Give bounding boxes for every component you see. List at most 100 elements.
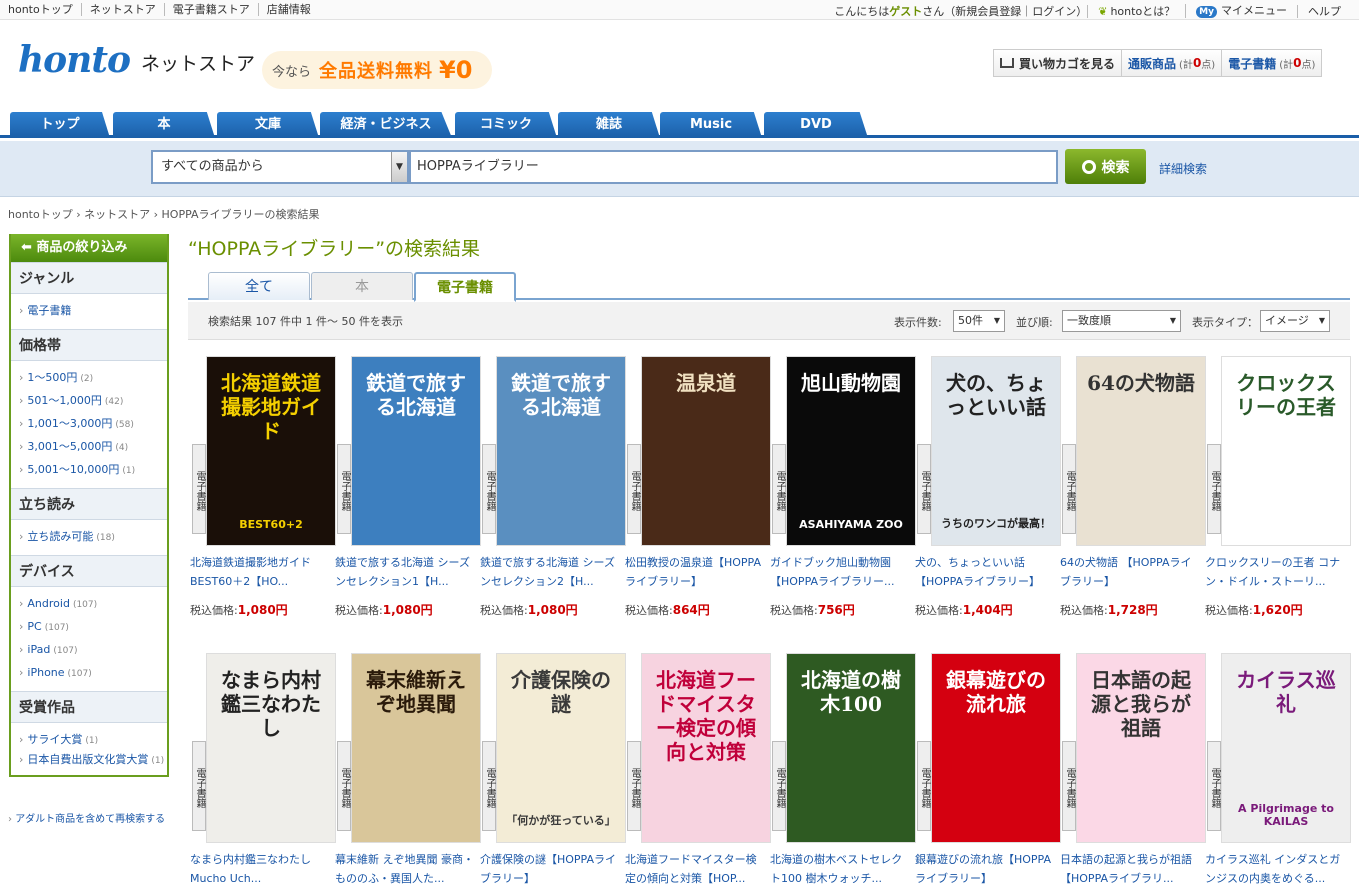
filter-item-ipad[interactable]: iPad(107) (19, 639, 167, 662)
book-cover-title: 北海道鉄道撮影地ガイド (221, 371, 321, 443)
book-cover[interactable]: 北海道の樹木100 (786, 653, 916, 843)
price-value: 1,080円 (527, 603, 578, 617)
book-title-link[interactable]: 鉄道で旅する北海道 シーズンセレクション2【H... (480, 553, 620, 591)
book-cover[interactable]: 日本語の起源と我らが祖語 (1076, 653, 1206, 843)
mymenu-link[interactable]: My マイメニュー (1185, 4, 1297, 18)
mail-order-cart[interactable]: 通販商品 (計 0 点) (1122, 50, 1223, 76)
filter-header: ⬅ 商品の絞り込み (11, 234, 167, 262)
book-cover[interactable]: 鉄道で旅する北海道 (351, 356, 481, 546)
free-shipping-banner[interactable]: 今なら 全品送料無料 ¥0 (262, 51, 492, 89)
price-label: 税込価格: (915, 604, 963, 617)
about-link[interactable]: ❦ hontoとは？ (1087, 4, 1185, 18)
ebook-badge: 電子書籍 (627, 741, 641, 831)
book-title-link[interactable]: なまら内村鑑三なわたし Mucho Uch... (190, 850, 330, 888)
filter-item-android[interactable]: Android(107) (19, 593, 167, 616)
book-cover-title: 北海道フードマイスター検定の傾向と対策 (656, 668, 756, 764)
tab-all[interactable]: 全て (208, 272, 310, 300)
book-title-link[interactable]: 鉄道で旅する北海道 シーズンセレクション1【H... (335, 553, 475, 591)
book-cover[interactable]: 幕末維新えぞ地異聞 (351, 653, 481, 843)
filter-item-price-5[interactable]: 5,001〜10,000円(1) (19, 459, 167, 482)
nav-tab-books[interactable]: 本 (113, 112, 215, 138)
book-title-link[interactable]: 介護保険の謎【HOPPAライブラリー】 (480, 850, 620, 888)
search-category-select[interactable]: すべての商品から ▼ (151, 150, 409, 184)
book-cover[interactable]: 犬の、ちょっといい話 うちのワンコが最高！ (931, 356, 1061, 546)
nav-tab-music[interactable]: Music (660, 112, 762, 138)
filter-item-selfpub[interactable]: 日本自費出版文化賞大賞(1) (19, 752, 167, 769)
filter-item-price-4[interactable]: 3,001〜5,000円(4) (19, 436, 167, 459)
leaf-icon: ❦ (1098, 4, 1108, 18)
book-cover[interactable]: 北海道鉄道撮影地ガイド BEST60+2 (206, 356, 336, 546)
tab-ebooks[interactable]: 電子書籍 (414, 272, 516, 302)
book-cover[interactable]: 旭山動物園 ASAHIYAMA ZOO (786, 356, 916, 546)
book-cover[interactable]: 温泉道 (641, 356, 771, 546)
view-type-select[interactable]: イメージ (1260, 310, 1330, 332)
book-cover[interactable]: クロックスリーの王者 (1221, 356, 1351, 546)
nav-tab-bunko[interactable]: 文庫 (217, 112, 319, 138)
breadcrumb-honto[interactable]: hontoトップ (8, 208, 73, 221)
book-price: 税込価格:1,404円 (915, 601, 1013, 618)
results-count: 検索結果 107 件中 1 件〜 50 件を表示 (208, 315, 403, 328)
filter-item-iphone[interactable]: iPhone(107) (19, 662, 167, 685)
breadcrumb-netstore[interactable]: ネットストア (84, 208, 150, 221)
topbar-link-store-info[interactable]: 店舗情報 (259, 3, 319, 16)
book-cover[interactable]: 介護保険の謎 「何かが狂っている」 (496, 653, 626, 843)
book-cover[interactable]: 北海道フードマイスター検定の傾向と対策 (641, 653, 771, 843)
book-title-link[interactable]: 北海道鉄道撮影地ガイド BEST60＋2【HO... (190, 553, 330, 591)
book-title-link[interactable]: 銀幕遊びの流れ旅【HOPPAライブラリー】 (915, 850, 1055, 888)
nav-tab-magazine[interactable]: 雑誌 (558, 112, 660, 138)
filter-item-pc[interactable]: PC(107) (19, 616, 167, 639)
search-input[interactable]: HOPPAライブラリー (409, 150, 1058, 184)
book-cover[interactable]: 鉄道で旅する北海道 (496, 356, 626, 546)
filter-item-sarai[interactable]: サライ大賞(1) (19, 729, 167, 752)
filter-section-awards: 受賞作品 (11, 691, 167, 723)
search-button[interactable]: 検索 (1065, 149, 1146, 184)
book-title-link[interactable]: 犬の、ちょっといい話【HOPPAライブラリー】 (915, 553, 1055, 591)
per-page-select[interactable]: 50件 (953, 310, 1005, 332)
nav-tab-top[interactable]: トップ (10, 112, 110, 138)
book-price: 税込価格:864円 (625, 601, 710, 618)
topbar-link-netstore[interactable]: ネットストア (82, 3, 165, 16)
book-title-link[interactable]: カイラス巡礼 インダスとガンジスの内奥をめぐる... (1205, 850, 1345, 888)
price-label: 税込価格: (480, 604, 528, 617)
price-label: 税込価格: (625, 604, 673, 617)
nav-tab-comic[interactable]: コミック (455, 112, 557, 138)
advanced-search-link[interactable]: 詳細検索 (1159, 160, 1207, 177)
view-cart-button[interactable]: 買い物カゴを見る (994, 50, 1123, 76)
honto-logo[interactable]: honto (18, 39, 131, 81)
filter-item-ebook[interactable]: 電子書籍 (19, 300, 167, 323)
filter-item-price-3[interactable]: 1,001〜3,000円(58) (19, 413, 167, 436)
book-cover[interactable]: カイラス巡礼 A Pilgrimage to KAILAS (1221, 653, 1351, 843)
book-title-link[interactable]: 幕末維新 えぞ地異聞 豪商・もののふ・異国人た... (335, 850, 475, 888)
filter-item-price-1[interactable]: 1〜500円(2) (19, 367, 167, 390)
ebook-cart[interactable]: 電子書籍 (計 0 点) (1222, 50, 1321, 76)
book-title-link[interactable]: クロックスリーの王者 コナン・ドイル・ストーリ... (1205, 553, 1345, 591)
book-title-link[interactable]: 日本語の起源と我らが祖語【HOPPAライブラリ... (1060, 850, 1200, 888)
adult-research-link[interactable]: アダルト商品を含めて再検索する (8, 810, 165, 825)
book-title-link[interactable]: 北海道の樹木ベストセレクト100 樹木ウォッチ... (770, 850, 910, 888)
book-title-link[interactable]: 北海道フードマイスター検定の傾向と対策【HOP... (625, 850, 765, 888)
ebook-badge: 電子書籍 (337, 444, 351, 534)
site-header: honto ネットストア 今なら 全品送料無料 ¥0 買い物カゴを見る 通販商品… (0, 21, 1359, 109)
nav-tab-dvd[interactable]: DVD (764, 112, 868, 138)
ship-prefix: 今なら (272, 64, 312, 80)
book-cover[interactable]: 銀幕遊びの流れ旅 (931, 653, 1061, 843)
sort-select[interactable]: 一致度順 (1062, 310, 1181, 332)
topbar-link-honto-top[interactable]: hontoトップ (8, 3, 82, 16)
login-link[interactable]: ログイン (1032, 5, 1076, 18)
nav-tab-business[interactable]: 経済・ビジネス (320, 112, 452, 138)
register-link[interactable]: 新規会員登録 (955, 5, 1021, 18)
sort-label: 並び順: (1016, 316, 1053, 329)
topbar-link-ebook-store[interactable]: 電子書籍ストア (165, 3, 259, 16)
book-title-link[interactable]: 松田教授の温泉道【HOPPAライブラリー】 (625, 553, 765, 591)
price-label: 税込価格: (1060, 604, 1108, 617)
utility-bar: hontoトップ ネットストア 電子書籍ストア 店舗情報 こんにちはゲストさん（… (0, 0, 1359, 20)
filter-item-price-2[interactable]: 501〜1,000円(42) (19, 390, 167, 413)
help-link[interactable]: ヘルプ (1297, 4, 1351, 18)
book-title-link[interactable]: 64の犬物語 【HOPPAライブラリー】 (1060, 553, 1200, 591)
filter-item-preview[interactable]: 立ち読み可能(18) (19, 526, 167, 549)
book-cover[interactable]: 64の犬物語 (1076, 356, 1206, 546)
book-title-link[interactable]: ガイドブック旭山動物園【HOPPAライブラリー... (770, 553, 910, 591)
tab-books[interactable]: 本 (311, 272, 413, 300)
chevron-down-icon: ▼ (391, 152, 407, 182)
book-cover[interactable]: なまら内村鑑三なわたし (206, 653, 336, 843)
